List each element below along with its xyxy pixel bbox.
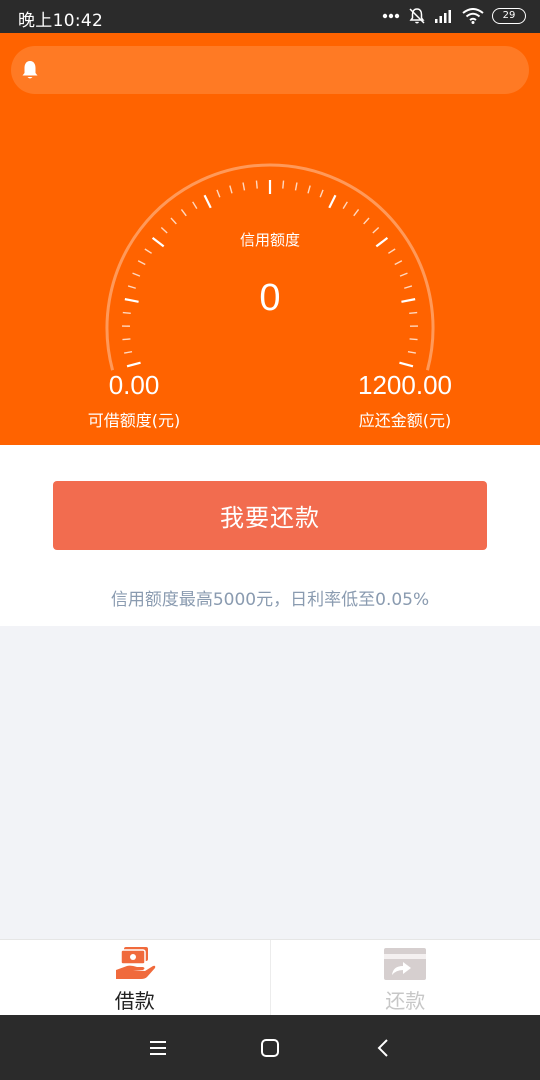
back-icon[interactable] xyxy=(373,1037,395,1059)
gauge-tick xyxy=(242,182,246,191)
credit-header: 信用额度 0 0.00 可借额度(元) 1200.00 应还金额(元) xyxy=(0,33,540,445)
gauge-tick xyxy=(160,227,168,234)
amount-due-label: 应还金额(元) xyxy=(358,411,452,430)
gauge-tick xyxy=(388,248,396,254)
gauge-tick xyxy=(124,351,133,354)
tab-repay[interactable]: 还款 xyxy=(269,940,540,1015)
amount-due: 1200.00 应还金额(元) xyxy=(305,370,505,431)
gauge-tick xyxy=(307,185,311,194)
gauge-value: 0 xyxy=(259,277,281,319)
tab-loan[interactable]: 借款 xyxy=(0,940,270,1015)
gauge-tick xyxy=(394,260,403,266)
gauge-tick xyxy=(363,217,370,225)
gauge-tick xyxy=(126,361,141,368)
gauge-tick xyxy=(372,227,380,234)
tab-bar: 借款 还款 xyxy=(0,939,540,1015)
home-icon[interactable] xyxy=(259,1037,281,1059)
gauge-tick xyxy=(180,208,187,217)
gauge-tick xyxy=(404,285,413,289)
gauge-tick xyxy=(353,208,360,217)
amount-due-value: 1200.00 xyxy=(358,370,452,400)
gauge-tick xyxy=(122,311,131,315)
gauge-tick xyxy=(375,237,389,248)
gauge-tick xyxy=(151,237,165,248)
mute-bell-icon xyxy=(409,8,425,24)
gauge-tick xyxy=(127,285,136,289)
gauge-tick xyxy=(203,194,212,209)
gauge-tick xyxy=(282,180,285,189)
gauge-tick xyxy=(328,194,337,209)
signal-icon xyxy=(435,10,451,23)
gauge-tick xyxy=(132,272,141,277)
gauge-tick xyxy=(216,189,221,198)
gauge-tick xyxy=(399,272,408,277)
repay-section: 我要还款 信用额度最高5000元，日利率低至0.05% xyxy=(0,445,540,626)
status-time: 晚上10:42 xyxy=(18,11,104,31)
gauge-tick xyxy=(409,311,418,315)
gauge-tick xyxy=(401,298,416,303)
battery-level: 29 xyxy=(502,10,516,21)
available-credit: 0.00 可借额度(元) xyxy=(34,370,234,431)
promo-text: 信用额度最高5000元，日利率低至0.05% xyxy=(110,590,430,610)
tab-loan-label: 借款 xyxy=(114,989,155,1013)
menu-icon[interactable] xyxy=(147,1037,169,1059)
tab-repay-label: 还款 xyxy=(385,989,426,1013)
repay-card-icon xyxy=(384,948,427,980)
gauge-arc xyxy=(105,163,435,371)
gauge-tick xyxy=(144,248,152,254)
status-icons: 29 xyxy=(382,7,526,25)
more-dots-icon xyxy=(382,13,400,19)
gauge-tick xyxy=(399,361,414,368)
gauge-tick xyxy=(294,182,298,191)
gauge-tick xyxy=(192,201,198,209)
gauge-tick xyxy=(229,185,233,194)
gauge-tick xyxy=(409,338,418,341)
available-credit-label: 可借额度(元) xyxy=(87,411,181,430)
system-nav-bar xyxy=(0,1015,540,1080)
gauge-tick xyxy=(407,351,416,354)
battery-icon: 29 xyxy=(492,8,526,24)
gauge-label: 信用额度 xyxy=(239,231,300,249)
gauge-tick xyxy=(255,180,258,189)
status-bar: 晚上10:42 29 xyxy=(0,0,540,33)
loan-icon xyxy=(115,947,155,979)
available-credit-value: 0.00 xyxy=(108,370,160,400)
gauge-tick xyxy=(137,260,146,266)
gauge-tick xyxy=(170,217,177,225)
gauge-tick xyxy=(342,201,348,209)
wifi-icon xyxy=(462,8,484,24)
repay-button[interactable]: 我要还款 xyxy=(53,481,487,550)
gauge-tick xyxy=(124,298,139,303)
gauge-tick xyxy=(319,189,324,198)
gauge-tick xyxy=(122,338,131,341)
